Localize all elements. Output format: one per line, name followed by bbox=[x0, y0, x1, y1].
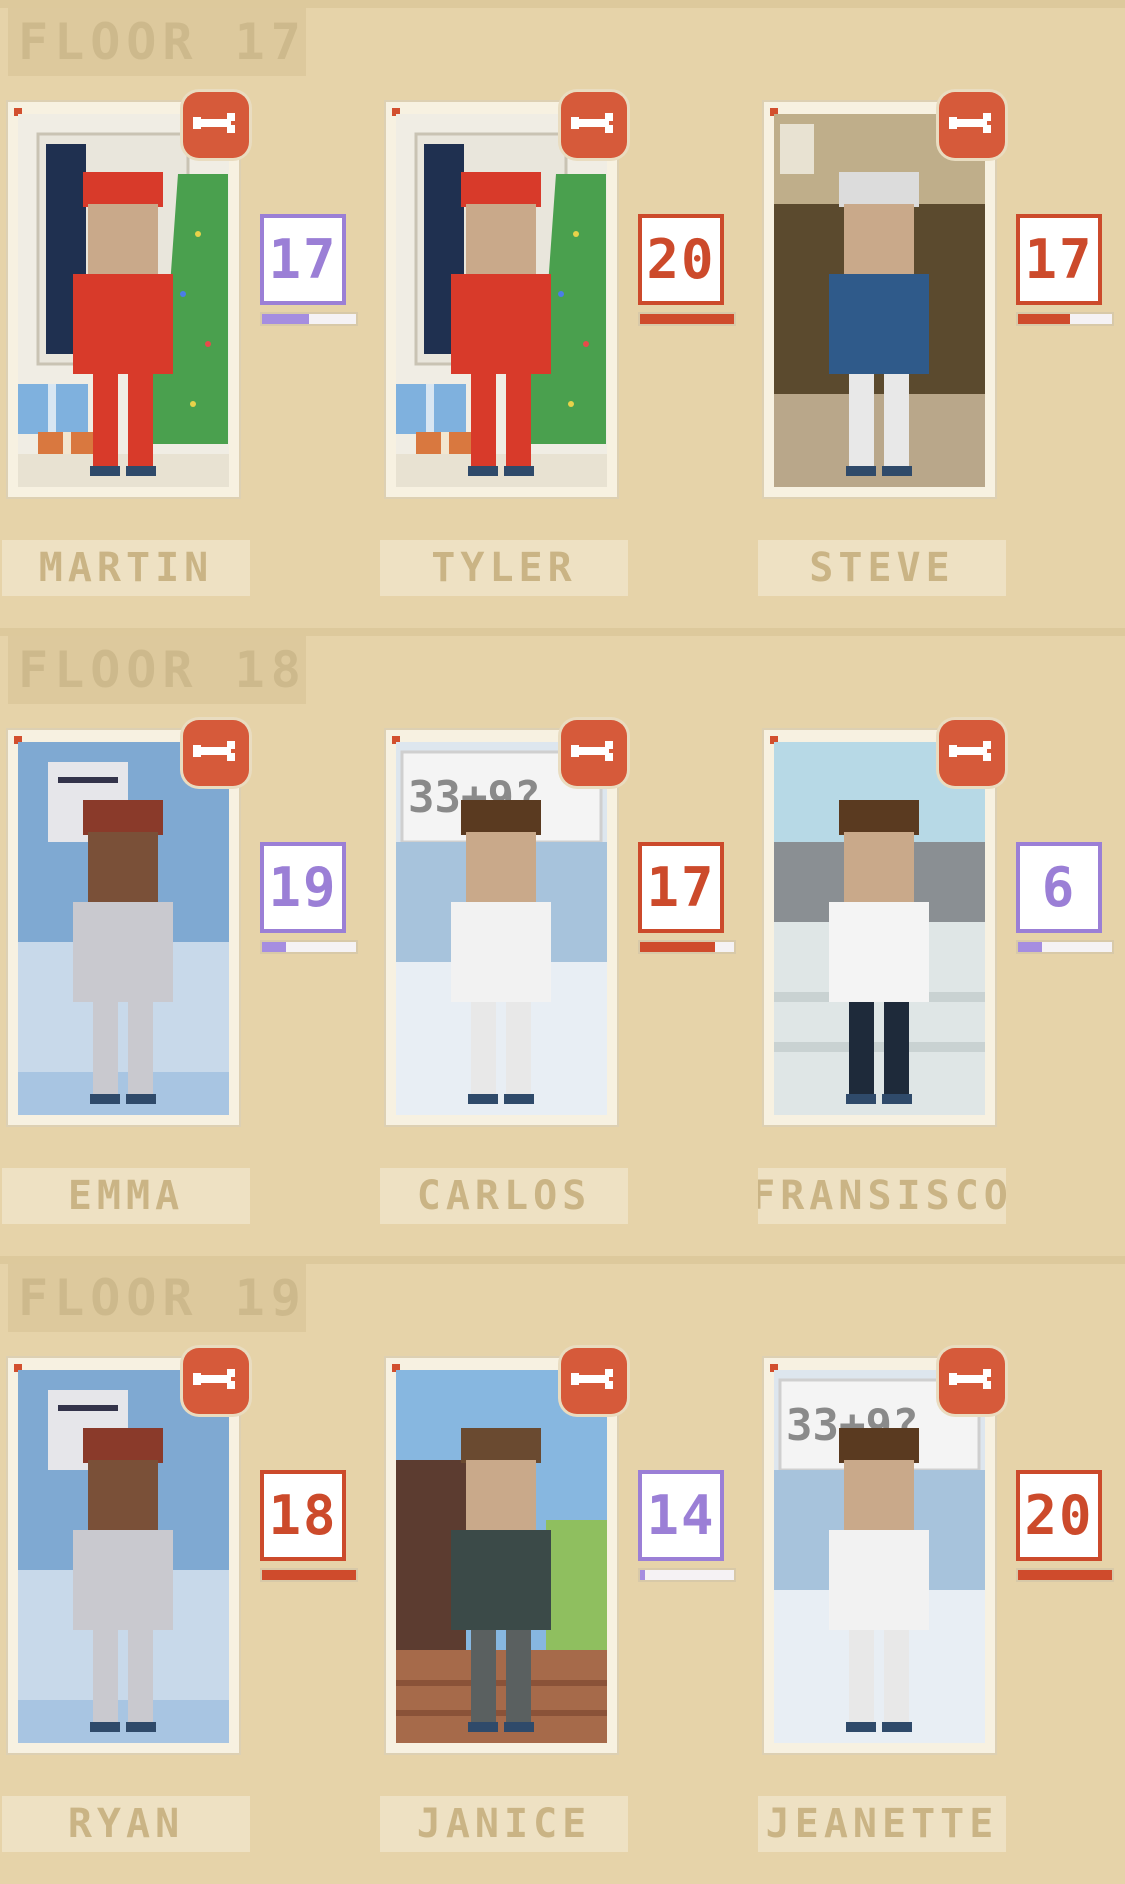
skill-level-badge: 20 bbox=[638, 214, 724, 305]
skill-level-badge: 17 bbox=[260, 214, 346, 305]
skill-level-badge: 17 bbox=[1016, 214, 1102, 305]
remove-resident-button[interactable] bbox=[939, 720, 1005, 786]
resident-name-plate: MARTIN bbox=[2, 540, 250, 596]
resident-card[interactable] bbox=[6, 92, 249, 499]
resident-card[interactable] bbox=[6, 720, 249, 1127]
skill-level-badge: 17 bbox=[638, 842, 724, 933]
remove-resident-button[interactable] bbox=[183, 92, 249, 158]
skill-level-badge: 20 bbox=[1016, 1470, 1102, 1561]
resident-card[interactable]: 33+9? bbox=[384, 720, 627, 1127]
wrench-icon bbox=[571, 1365, 617, 1397]
wrench-icon bbox=[571, 737, 617, 769]
wrench-icon bbox=[571, 109, 617, 141]
skill-progress-fill bbox=[262, 314, 309, 324]
resident-portrait: 33+9? bbox=[774, 1370, 985, 1743]
resident-name-plate: CARLOS bbox=[380, 1168, 628, 1224]
floor-divider bbox=[0, 0, 1125, 8]
skill-level-badge: 14 bbox=[638, 1470, 724, 1561]
remove-resident-button[interactable] bbox=[561, 1348, 627, 1414]
remove-resident-button[interactable] bbox=[183, 1348, 249, 1414]
skill-level-badge: 6 bbox=[1016, 842, 1102, 933]
skill-level-badge: 18 bbox=[260, 1470, 346, 1561]
resident-portrait bbox=[18, 1370, 229, 1743]
wrench-icon bbox=[193, 737, 239, 769]
remove-resident-button[interactable] bbox=[183, 720, 249, 786]
floor-title: FLOOR 19 bbox=[8, 1264, 306, 1332]
resident-portrait bbox=[774, 742, 985, 1115]
resident-portrait bbox=[396, 1370, 607, 1743]
resident-portrait bbox=[774, 114, 985, 487]
skill-progress-fill bbox=[640, 314, 734, 324]
skill-progress-bar bbox=[260, 940, 358, 954]
wrench-icon bbox=[949, 109, 995, 141]
resident-name-plate: JANICE bbox=[380, 1796, 628, 1852]
floor-divider bbox=[0, 628, 1125, 636]
wrench-icon bbox=[193, 109, 239, 141]
skill-progress-fill bbox=[1018, 942, 1042, 952]
resident-card[interactable] bbox=[384, 1348, 627, 1755]
floor-title: FLOOR 17 bbox=[8, 8, 306, 76]
skill-progress-fill bbox=[640, 1570, 645, 1580]
remove-resident-button[interactable] bbox=[561, 92, 627, 158]
floor-section: FLOOR 18 19 EMMA 33+9? 17 CARLOS 6 FRANS… bbox=[0, 628, 1125, 1256]
resident-card[interactable] bbox=[6, 1348, 249, 1755]
resident-card[interactable]: 33+9? bbox=[762, 1348, 1005, 1755]
skill-progress-bar bbox=[260, 312, 358, 326]
skill-progress-bar bbox=[638, 1568, 736, 1582]
remove-resident-button[interactable] bbox=[939, 1348, 1005, 1414]
resident-portrait bbox=[18, 742, 229, 1115]
floor-divider bbox=[0, 1256, 1125, 1264]
resident-name-plate: FRANSISCO bbox=[758, 1168, 1006, 1224]
skill-progress-bar bbox=[638, 312, 736, 326]
skill-progress-fill bbox=[640, 942, 716, 952]
resident-name-plate: JEANETTE bbox=[758, 1796, 1006, 1852]
skill-progress-bar bbox=[260, 1568, 358, 1582]
floor-section: FLOOR 17 17 MARTIN 20 TYLER 17 STEVE bbox=[0, 0, 1125, 628]
resident-card[interactable] bbox=[384, 92, 627, 499]
resident-card[interactable] bbox=[762, 720, 1005, 1127]
skill-progress-fill bbox=[262, 1570, 356, 1580]
resident-card[interactable] bbox=[762, 92, 1005, 499]
wrench-icon bbox=[949, 1365, 995, 1397]
resident-portrait: 33+9? bbox=[396, 742, 607, 1115]
skill-progress-bar bbox=[1016, 940, 1114, 954]
floor-title: FLOOR 18 bbox=[8, 636, 306, 704]
skill-progress-fill bbox=[1018, 1570, 1112, 1580]
remove-resident-button[interactable] bbox=[939, 92, 1005, 158]
resident-name-plate: EMMA bbox=[2, 1168, 250, 1224]
resident-name-plate: TYLER bbox=[380, 540, 628, 596]
wrench-icon bbox=[949, 737, 995, 769]
resident-name-plate: RYAN bbox=[2, 1796, 250, 1852]
skill-progress-bar bbox=[638, 940, 736, 954]
resident-portrait bbox=[18, 114, 229, 487]
resident-name-plate: STEVE bbox=[758, 540, 1006, 596]
skill-progress-bar bbox=[1016, 1568, 1114, 1582]
floor-section: FLOOR 19 18 RYAN 14 JANICE 33+9? 20 JEAN… bbox=[0, 1256, 1125, 1884]
skill-progress-fill bbox=[1018, 314, 1070, 324]
wrench-icon bbox=[193, 1365, 239, 1397]
skill-progress-fill bbox=[262, 942, 286, 952]
skill-progress-bar bbox=[1016, 312, 1114, 326]
resident-portrait bbox=[396, 114, 607, 487]
remove-resident-button[interactable] bbox=[561, 720, 627, 786]
skill-level-badge: 19 bbox=[260, 842, 346, 933]
